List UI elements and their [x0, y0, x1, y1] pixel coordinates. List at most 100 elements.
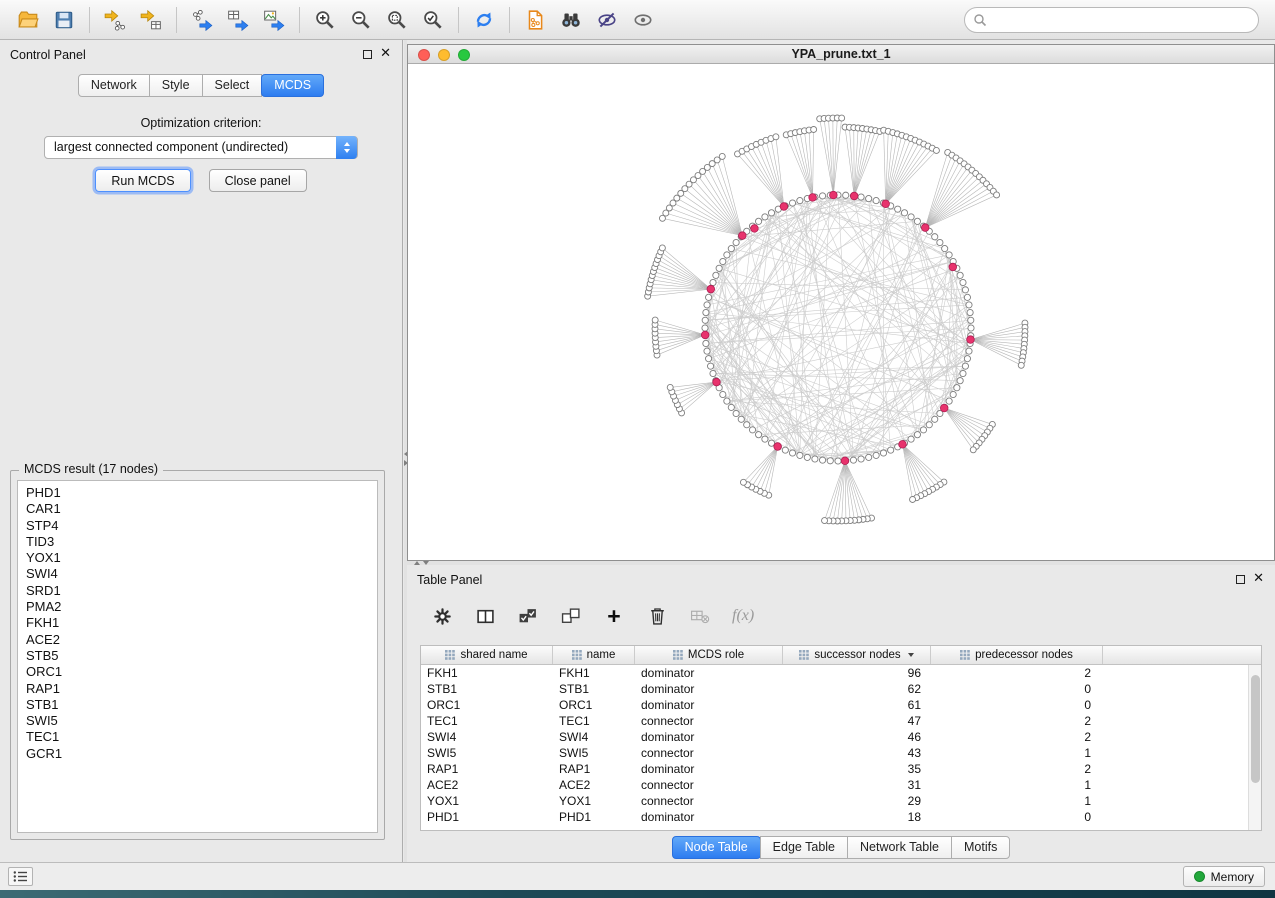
result-node[interactable]: STB1	[18, 697, 377, 713]
result-node[interactable]: PHD1	[18, 485, 377, 501]
table-row[interactable]: PHD1PHD1dominator180	[421, 809, 1248, 825]
result-node[interactable]: TID3	[18, 534, 377, 550]
scrollbar-thumb[interactable]	[1251, 675, 1260, 783]
table-row[interactable]: FKH1FKH1dominator962	[421, 665, 1248, 681]
tab-style[interactable]: Style	[149, 74, 203, 97]
tab-select[interactable]: Select	[202, 74, 263, 97]
table-row[interactable]: STB1STB1dominator620	[421, 681, 1248, 697]
hide-graphics-details-button[interactable]	[589, 5, 625, 35]
close-window-icon[interactable]	[418, 49, 430, 61]
close-panel-button[interactable]: Close panel	[209, 169, 307, 192]
column-header-mcds-role[interactable]: MCDS role	[635, 646, 783, 664]
memory-button[interactable]: Memory	[1183, 866, 1265, 887]
cell-mcds-role: connector	[635, 746, 783, 760]
table-row[interactable]: ACE2ACE2connector311	[421, 777, 1248, 793]
table-row[interactable]: ORC1ORC1dominator610	[421, 697, 1248, 713]
plus-icon: +	[607, 605, 620, 627]
zoom-in-button[interactable]	[307, 5, 343, 35]
save-floppy-icon	[53, 9, 75, 31]
cell-shared-name: ORC1	[421, 698, 553, 712]
tab-node-table[interactable]: Node Table	[672, 836, 761, 859]
clone-network-button[interactable]	[517, 5, 553, 35]
zoom-selected-button[interactable]	[415, 5, 451, 35]
result-node[interactable]: FKH1	[18, 615, 377, 631]
function-builder-button[interactable]: f(x)	[732, 604, 754, 628]
sort-grid-icon	[673, 650, 683, 660]
network-window: YPA_prune.txt_1	[407, 44, 1275, 561]
open-session-button[interactable]	[10, 5, 46, 35]
save-session-button[interactable]	[46, 5, 82, 35]
table-row[interactable]: SWI5SWI5connector431	[421, 745, 1248, 761]
close-panel-icon[interactable]: ✕	[380, 46, 391, 60]
float-panel-icon[interactable]	[363, 50, 372, 59]
result-node[interactable]: STB5	[18, 648, 377, 664]
result-node[interactable]: SRD1	[18, 583, 377, 599]
refresh-layout-button[interactable]	[466, 5, 502, 35]
cell-predecessor-nodes: 1	[931, 794, 1103, 808]
deselect-all-button[interactable]	[560, 604, 582, 628]
cell-successor-nodes: 61	[783, 698, 931, 712]
result-node[interactable]: SWI5	[18, 713, 377, 729]
column-header-shared-name[interactable]: shared name	[421, 646, 553, 664]
control-tabs: NetworkStyleSelectMCDS	[0, 74, 402, 97]
search-icon	[973, 13, 987, 32]
tab-network-table[interactable]: Network Table	[847, 836, 952, 859]
result-node[interactable]: TEC1	[18, 729, 377, 745]
tab-network[interactable]: Network	[78, 74, 150, 97]
result-node[interactable]: RAP1	[18, 681, 377, 697]
column-header-successor-nodes[interactable]: successor nodes	[783, 646, 931, 664]
zoom-out-button[interactable]	[343, 5, 379, 35]
cell-shared-name: FKH1	[421, 666, 553, 680]
cell-name: FKH1	[553, 666, 635, 680]
select-all-button[interactable]	[517, 604, 539, 628]
table-row[interactable]: RAP1RAP1dominator352	[421, 761, 1248, 777]
result-node[interactable]: SWI4	[18, 566, 377, 582]
tab-mcds[interactable]: MCDS	[261, 74, 324, 97]
zoom-fit-button[interactable]	[379, 5, 415, 35]
export-network-button[interactable]	[184, 5, 220, 35]
import-network-button[interactable]	[97, 5, 133, 35]
maximize-window-icon[interactable]	[458, 49, 470, 61]
column-header-predecessor-nodes[interactable]: predecessor nodes	[931, 646, 1103, 664]
import-table-button[interactable]	[133, 5, 169, 35]
table-settings-button[interactable]	[431, 604, 453, 628]
export-table-icon	[227, 9, 249, 31]
add-row-button[interactable]: +	[603, 604, 625, 628]
cell-name: YOX1	[553, 794, 635, 808]
export-table-button[interactable]	[220, 5, 256, 35]
task-history-button[interactable]	[8, 867, 33, 886]
result-node[interactable]: CAR1	[18, 501, 377, 517]
result-node[interactable]: PMA2	[18, 599, 377, 615]
table-row[interactable]: YOX1YOX1connector291	[421, 793, 1248, 809]
find-button[interactable]	[553, 5, 589, 35]
tab-motifs[interactable]: Motifs	[951, 836, 1010, 859]
show-columns-button[interactable]	[474, 604, 496, 628]
network-canvas[interactable]	[408, 64, 1274, 560]
zoom-fit-icon	[386, 9, 408, 31]
result-node[interactable]: YOX1	[18, 550, 377, 566]
table-row[interactable]: SWI4SWI4dominator462	[421, 729, 1248, 745]
minimize-window-icon[interactable]	[438, 49, 450, 61]
result-node[interactable]: ORC1	[18, 664, 377, 680]
delete-rows-button[interactable]	[646, 604, 668, 628]
result-node[interactable]: ACE2	[18, 632, 377, 648]
cell-name: RAP1	[553, 762, 635, 776]
table-tabs: Node TableEdge TableNetwork TableMotifs	[407, 836, 1275, 859]
mcds-result-list[interactable]: PHD1CAR1STP4TID3YOX1SWI4SRD1PMA2FKH1ACE2…	[17, 480, 378, 833]
table-scrollbar[interactable]	[1248, 665, 1261, 830]
criterion-dropdown[interactable]: largest connected component (undirected)	[44, 136, 358, 159]
tab-edge-table[interactable]: Edge Table	[760, 836, 848, 859]
run-mcds-button[interactable]: Run MCDS	[95, 169, 190, 192]
column-header-name[interactable]: name	[553, 646, 635, 664]
cell-mcds-role: connector	[635, 794, 783, 808]
float-table-panel-icon[interactable]	[1236, 575, 1245, 584]
result-node[interactable]: STP4	[18, 518, 377, 534]
close-table-panel-icon[interactable]: ✕	[1253, 571, 1264, 585]
cell-mcds-role: dominator	[635, 666, 783, 680]
export-image-button[interactable]	[256, 5, 292, 35]
table-row[interactable]: TEC1TEC1connector472	[421, 713, 1248, 729]
result-node[interactable]: GCR1	[18, 746, 377, 762]
show-graphics-details-button[interactable]	[625, 5, 661, 35]
cell-mcds-role: connector	[635, 714, 783, 728]
search-input[interactable]	[964, 7, 1259, 33]
